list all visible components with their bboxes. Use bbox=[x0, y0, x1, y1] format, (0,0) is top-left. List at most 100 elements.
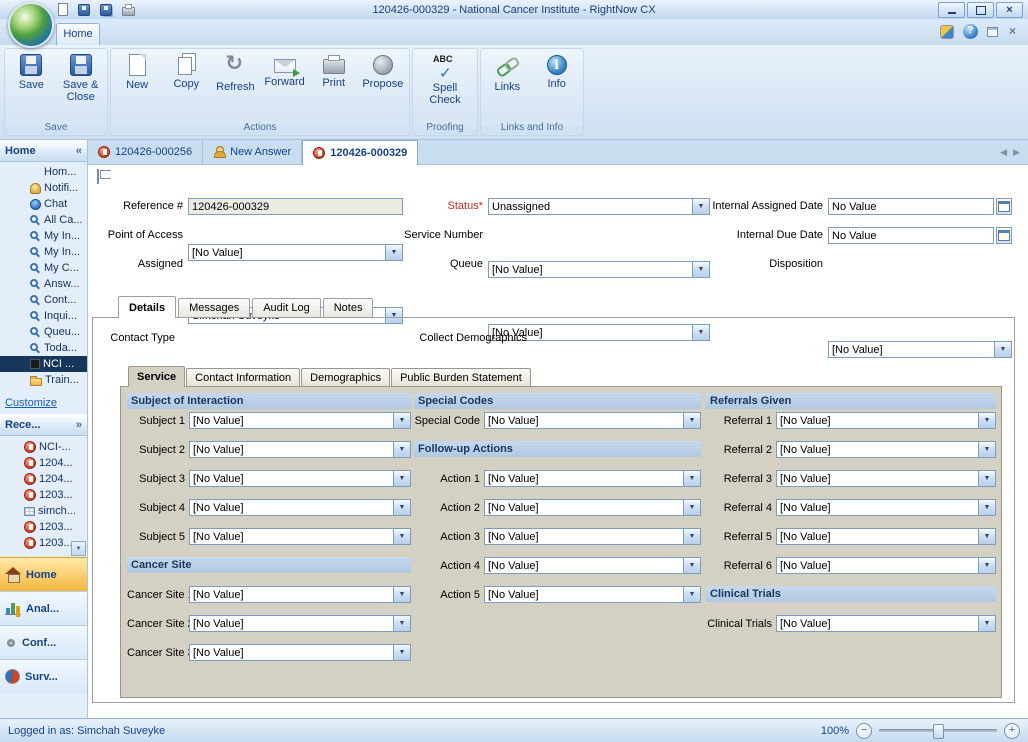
zoom-slider[interactable] bbox=[879, 729, 997, 732]
nav-tree-item[interactable]: Chat bbox=[0, 196, 87, 212]
dropdown-button[interactable] bbox=[393, 587, 410, 602]
nav-tree-item[interactable]: My In... bbox=[0, 228, 87, 244]
nav-tree-item[interactable]: Notifi... bbox=[0, 180, 87, 196]
dropdown-field[interactable]: [No Value] bbox=[189, 586, 411, 603]
ribbon-button[interactable]: Save bbox=[7, 50, 55, 122]
dropdown-button[interactable] bbox=[978, 529, 995, 544]
save-icon[interactable] bbox=[78, 4, 90, 16]
dropdown-button[interactable] bbox=[683, 587, 700, 602]
dropdown-button[interactable] bbox=[683, 471, 700, 486]
close-button[interactable]: × bbox=[996, 2, 1023, 18]
dropdown-field[interactable]: [No Value] bbox=[776, 615, 996, 632]
nav-tree-item[interactable]: Answ... bbox=[0, 276, 87, 292]
status-select[interactable]: Unassigned bbox=[488, 198, 710, 215]
ribbon-button[interactable]: Print bbox=[310, 50, 358, 122]
dropdown-button[interactable] bbox=[978, 616, 995, 631]
nav-tree-item[interactable]: Cont... bbox=[0, 292, 87, 308]
dropdown-field[interactable]: [No Value] bbox=[484, 470, 701, 487]
nav-tree-item[interactable]: Train... bbox=[0, 372, 87, 388]
sidebar-nav-button[interactable]: Anal... bbox=[0, 591, 87, 625]
dropdown-button[interactable] bbox=[393, 529, 410, 544]
dropdown-field[interactable]: [No Value] bbox=[776, 441, 996, 458]
ribbon-button[interactable]: Copy bbox=[162, 50, 210, 122]
flag-icon[interactable] bbox=[96, 169, 109, 184]
dropdown-field[interactable]: [No Value] bbox=[484, 586, 701, 603]
nav-tree-item[interactable]: NCI ... bbox=[0, 356, 87, 372]
dropdown-button[interactable] bbox=[978, 471, 995, 486]
ribbon-button[interactable]: Spell Check bbox=[421, 50, 469, 122]
zoom-out-button[interactable]: − bbox=[856, 723, 872, 739]
application-menu-button[interactable] bbox=[8, 2, 54, 48]
dropdown-field[interactable]: [No Value] bbox=[484, 557, 701, 574]
zoom-slider-thumb[interactable] bbox=[933, 724, 944, 739]
document-tab[interactable]: 120426-000329 bbox=[302, 140, 418, 165]
customize-link[interactable]: Customize bbox=[5, 397, 57, 409]
dropdown-button[interactable] bbox=[683, 500, 700, 515]
sidebar-nav-button[interactable]: Conf... bbox=[0, 625, 87, 659]
dropdown-button[interactable] bbox=[393, 645, 410, 660]
scroll-down-button[interactable]: ▼ bbox=[71, 541, 86, 556]
dropdown-field[interactable]: [No Value] bbox=[776, 557, 996, 574]
dropdown-field[interactable]: [No Value] bbox=[484, 499, 701, 516]
new-document-icon[interactable] bbox=[58, 3, 68, 16]
sidebar-nav-button[interactable]: Surv... bbox=[0, 659, 87, 693]
dropdown-button[interactable] bbox=[978, 558, 995, 573]
ribbon-button[interactable]: Save & Close bbox=[57, 50, 105, 122]
ribbon-tab-home[interactable]: Home bbox=[56, 23, 100, 45]
dropdown-field[interactable]: [No Value] bbox=[484, 528, 701, 545]
details-tab[interactable]: Audit Log bbox=[252, 298, 320, 317]
dropdown-button[interactable] bbox=[393, 442, 410, 457]
dropdown-field[interactable]: [No Value] bbox=[776, 528, 996, 545]
help-icon[interactable] bbox=[963, 24, 978, 39]
zoom-in-button[interactable]: + bbox=[1004, 723, 1020, 739]
dropdown-button[interactable] bbox=[683, 413, 700, 428]
dropdown-field[interactable]: [No Value] bbox=[776, 470, 996, 487]
document-tab[interactable]: New Answer bbox=[203, 140, 302, 164]
details-tab[interactable]: Notes bbox=[323, 298, 374, 317]
service-tab[interactable]: Service bbox=[128, 366, 185, 387]
restore-window-icon[interactable] bbox=[987, 27, 998, 37]
dropdown-button[interactable] bbox=[683, 558, 700, 573]
tab-scroll-right-button[interactable]: ▶ bbox=[1013, 147, 1020, 158]
minimize-button[interactable] bbox=[938, 2, 965, 18]
dropdown-field[interactable]: [No Value] bbox=[189, 644, 411, 661]
dropdown-field[interactable]: [No Value] bbox=[484, 412, 701, 429]
ribbon-button[interactable]: Forward bbox=[261, 50, 309, 122]
dropdown-field[interactable]: [No Value] bbox=[776, 412, 996, 429]
recent-item[interactable]: 1204... bbox=[0, 471, 87, 487]
dropdown-button[interactable] bbox=[683, 529, 700, 544]
recent-item[interactable]: 1204... bbox=[0, 455, 87, 471]
print-icon[interactable] bbox=[122, 7, 135, 16]
ribbon-button[interactable]: Propose bbox=[359, 50, 407, 122]
recent-item[interactable]: NCI-... bbox=[0, 439, 87, 455]
expand-recent-button[interactable]: » bbox=[76, 419, 82, 431]
recent-item[interactable]: 1203... bbox=[0, 487, 87, 503]
tab-scroll-left-button[interactable]: ◀ bbox=[1000, 147, 1007, 158]
dropdown-button[interactable] bbox=[978, 442, 995, 457]
dropdown-field[interactable]: [No Value] bbox=[189, 528, 411, 545]
dropdown-button[interactable] bbox=[393, 413, 410, 428]
ribbon-button[interactable]: Info bbox=[533, 50, 581, 122]
dropdown-field[interactable]: [No Value] bbox=[776, 499, 996, 516]
dropdown-field[interactable]: [No Value] bbox=[189, 499, 411, 516]
nav-tree-item[interactable]: All Ca... bbox=[0, 212, 87, 228]
dropdown-button[interactable] bbox=[393, 471, 410, 486]
nav-tree-item[interactable]: My C... bbox=[0, 260, 87, 276]
save-all-icon[interactable] bbox=[100, 4, 112, 16]
calendar-button[interactable] bbox=[996, 198, 1012, 215]
dropdown-field[interactable]: [No Value] bbox=[189, 412, 411, 429]
sidebar-nav-button[interactable]: Home bbox=[0, 557, 87, 591]
collapse-sidebar-button[interactable]: « bbox=[76, 145, 82, 157]
service-tab[interactable]: Contact Information bbox=[186, 368, 300, 386]
calendar-button[interactable] bbox=[996, 227, 1012, 244]
maximize-button[interactable] bbox=[967, 2, 994, 18]
date-input[interactable]: No Value bbox=[828, 198, 994, 215]
ribbon-button[interactable]: Links bbox=[483, 50, 531, 122]
nav-tree-item[interactable]: Toda... bbox=[0, 340, 87, 356]
nav-tree-item[interactable]: My In... bbox=[0, 244, 87, 260]
dropdown-field[interactable]: [No Value] bbox=[189, 441, 411, 458]
ribbon-button[interactable]: Refresh bbox=[211, 50, 259, 122]
service-number-select[interactable]: [No Value] bbox=[488, 261, 710, 278]
close-document-icon[interactable]: × bbox=[1007, 26, 1018, 37]
dropdown-field[interactable]: [No Value] bbox=[189, 470, 411, 487]
